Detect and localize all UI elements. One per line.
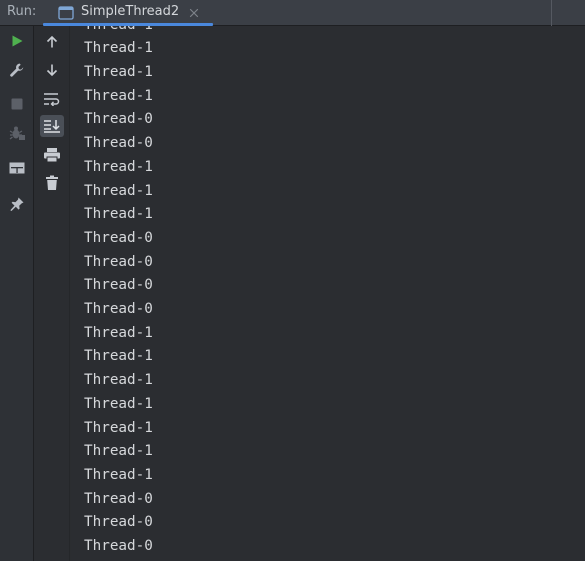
settings-button[interactable] (5, 59, 29, 81)
run-tool-window: Run: SimpleThread2 Thread-1 Thread-1 Thr… (0, 0, 585, 561)
pin-tab-button[interactable] (5, 193, 29, 215)
layout-button[interactable] (5, 157, 29, 179)
console-line: Thread-0 (84, 514, 153, 531)
console-output[interactable]: Thread-1 Thread-1 Thread-1 Thread-1 Thread-0… (71, 26, 585, 561)
console-line: Thread-1 (84, 40, 153, 57)
console-line: Thread-1 (84, 466, 153, 483)
console-line: Thread-1 (84, 64, 153, 80)
console-line: Thread-1 (84, 158, 153, 175)
console-line: Thread-1 (84, 348, 153, 365)
stop-icon (10, 97, 24, 111)
close-icon[interactable] (187, 5, 201, 19)
arrow-down-icon (45, 63, 59, 77)
tab-simplethread2[interactable]: SimpleThread2 (43, 0, 213, 26)
console-line: Thread-1 (84, 372, 153, 389)
console-line: Thread-0 (84, 229, 153, 246)
stop-button[interactable] (5, 93, 29, 115)
console-line: Thread-1 (84, 419, 153, 436)
debug-icon (8, 125, 26, 141)
run-header-bar: Run: SimpleThread2 (0, 0, 585, 26)
console-line: Thread-0 (84, 111, 153, 128)
scroll-to-end-icon (43, 119, 61, 133)
console-line: Thread-0 (84, 135, 153, 152)
console-toolbar (34, 26, 70, 561)
header-divider (551, 0, 552, 26)
console-line: Thread-1 (84, 87, 153, 104)
print-button[interactable] (40, 144, 64, 166)
console-tab-icon (58, 5, 74, 20)
console-line: Thread-1 (84, 324, 153, 341)
console-line: Thread-0 (84, 253, 153, 270)
previous-occurrence-button[interactable] (40, 31, 64, 53)
pin-icon (9, 196, 25, 212)
run-label: Run: (7, 4, 37, 19)
console-line: Thread-0 (84, 277, 153, 294)
trash-icon (45, 175, 59, 191)
console-line: Thread-0 (84, 301, 153, 317)
run-icon (10, 34, 24, 48)
layout-icon (9, 162, 25, 174)
clear-all-button[interactable] (40, 172, 64, 194)
console-line: Thread-0 (84, 538, 153, 554)
arrow-up-icon (45, 35, 59, 49)
soft-wrap-icon (43, 92, 61, 106)
next-occurrence-button[interactable] (40, 59, 64, 81)
soft-wrap-button[interactable] (40, 88, 64, 110)
wrench-icon (9, 62, 25, 78)
run-toolbar (0, 26, 34, 561)
tab-title: SimpleThread2 (81, 4, 180, 19)
console-line: Thread-1 (84, 443, 153, 460)
console-line: Thread-1 (84, 182, 153, 199)
console-line: Thread-1 (84, 26, 153, 37)
console-line: Thread-1 (84, 395, 153, 412)
rerun-button[interactable] (5, 30, 29, 52)
print-icon (43, 147, 61, 163)
scroll-to-end-button[interactable] (40, 115, 64, 137)
console-line: Thread-0 (84, 490, 153, 507)
debug-button[interactable] (5, 122, 29, 144)
console-line: Thread-1 (84, 206, 153, 223)
